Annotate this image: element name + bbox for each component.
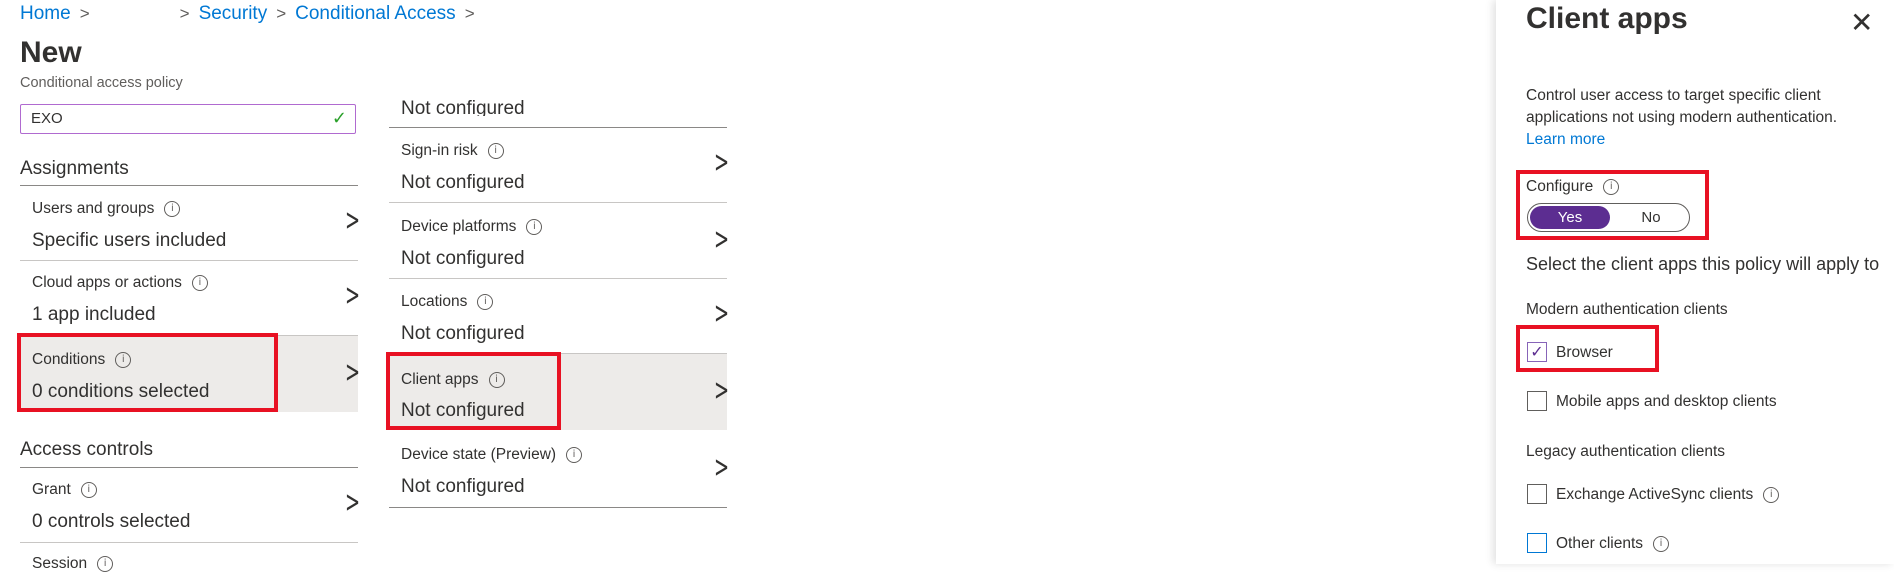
- info-icon[interactable]: i: [80, 482, 97, 498]
- row-label: Users and groups: [32, 200, 155, 217]
- assignment-row-users-groups[interactable]: Users and groups i Specific users include…: [20, 186, 361, 260]
- checkmark-icon: ✓: [331, 108, 347, 128]
- chevron-right-icon: >: [464, 4, 475, 23]
- other-clients-text: Other clients: [1556, 535, 1644, 552]
- chevron-right-icon: >: [345, 485, 361, 520]
- condition-row-device-state[interactable]: Device state (Preview) i Not configured >: [389, 431, 730, 507]
- breadcrumb-security-link[interactable]: Security: [199, 3, 268, 25]
- highlight-box: [1516, 325, 1659, 372]
- info-icon[interactable]: i: [526, 219, 543, 235]
- info-icon[interactable]: i: [164, 201, 181, 217]
- select-apps-text: Select the client apps this policy will …: [1526, 254, 1880, 274]
- chevron-right-icon: >: [276, 4, 287, 23]
- divider: [389, 507, 727, 508]
- row-label: Grant: [32, 481, 71, 498]
- learn-more-link[interactable]: Learn more: [1526, 131, 1605, 148]
- modern-auth-header: Modern authentication clients: [1526, 301, 1728, 318]
- row-label: Device platforms: [401, 218, 517, 235]
- info-icon[interactable]: i: [97, 556, 114, 572]
- info-icon[interactable]: i: [477, 294, 494, 310]
- chevron-right-icon: >: [714, 373, 730, 408]
- access-controls-heading: Access controls: [20, 439, 154, 460]
- breadcrumb-conditional-access-link[interactable]: Conditional Access: [295, 3, 456, 25]
- info-icon[interactable]: i: [191, 275, 208, 291]
- row-label: Cloud apps or actions: [32, 274, 182, 291]
- policy-name-value: EXO: [31, 110, 63, 127]
- exchange-activesync-label: Exchange ActiveSync clients i: [1556, 486, 1780, 504]
- other-clients-label: Other clients i: [1556, 535, 1670, 553]
- row-value: Not configured: [401, 323, 525, 344]
- panel-title: Client apps: [1526, 2, 1688, 35]
- legacy-auth-header: Legacy authentication clients: [1526, 443, 1726, 460]
- row-value: Not configured: [401, 248, 525, 269]
- mobile-desktop-label: Mobile apps and desktop clients: [1556, 393, 1777, 410]
- highlight-box: [1516, 170, 1709, 240]
- breadcrumb: Home > > Security > Conditional Access >: [20, 3, 484, 25]
- row-value: Not configured: [401, 172, 525, 193]
- page-title: New: [20, 36, 82, 69]
- row-value-partial: Not configured: [401, 98, 525, 116]
- mobile-desktop-checkbox[interactable]: [1527, 391, 1547, 411]
- chevron-right-icon: >: [345, 278, 361, 313]
- info-icon[interactable]: i: [566, 447, 583, 463]
- chevron-right-icon: >: [714, 222, 730, 257]
- assignments-heading: Assignments: [20, 158, 129, 179]
- row-label: Sign-in risk: [401, 142, 478, 159]
- breadcrumb-redacted: [99, 7, 171, 21]
- exchange-activesync-text: Exchange ActiveSync clients: [1556, 486, 1754, 503]
- panel-description-text: Control user access to target specific c…: [1526, 87, 1838, 126]
- info-icon[interactable]: i: [1653, 536, 1670, 552]
- highlight-box: [17, 333, 278, 412]
- breadcrumb-home-link[interactable]: Home: [20, 3, 71, 25]
- chevron-right-icon: >: [345, 355, 361, 390]
- info-icon[interactable]: i: [1763, 487, 1780, 503]
- chevron-right-icon: >: [79, 4, 90, 23]
- access-row-session[interactable]: Session i: [20, 543, 358, 573]
- condition-row-device-platforms[interactable]: Device platforms i Not configured >: [389, 203, 730, 277]
- policy-name-input[interactable]: EXO ✓: [20, 104, 356, 134]
- panel-description: Control user access to target specific c…: [1526, 85, 1866, 151]
- exchange-activesync-checkbox[interactable]: [1527, 484, 1547, 504]
- chevron-right-icon: >: [714, 296, 730, 331]
- row-value: Specific users included: [32, 230, 227, 251]
- row-label: Session: [32, 555, 88, 572]
- condition-row-sign-in-risk[interactable]: Sign-in risk i Not configured >: [389, 128, 730, 202]
- close-icon[interactable]: ✕: [1850, 6, 1873, 39]
- row-label: Device state (Preview): [401, 446, 557, 463]
- access-row-grant[interactable]: Grant i 0 controls selected >: [20, 468, 361, 542]
- chevron-right-icon: >: [714, 145, 730, 180]
- row-value: Not configured: [401, 476, 525, 497]
- row-label: Locations: [401, 293, 468, 310]
- chevron-right-icon: >: [179, 4, 190, 23]
- chevron-right-icon: >: [345, 203, 361, 238]
- other-clients-checkbox[interactable]: [1527, 533, 1547, 553]
- row-value: 0 controls selected: [32, 511, 191, 532]
- assignment-row-cloud-apps[interactable]: Cloud apps or actions i 1 app included >: [20, 261, 361, 335]
- row-value: 1 app included: [32, 304, 156, 325]
- page-subtitle: Conditional access policy: [20, 75, 183, 91]
- highlight-box: [386, 352, 561, 430]
- condition-row-locations[interactable]: Locations i Not configured >: [389, 279, 730, 353]
- info-icon[interactable]: i: [487, 143, 504, 159]
- chevron-right-icon: >: [714, 450, 730, 485]
